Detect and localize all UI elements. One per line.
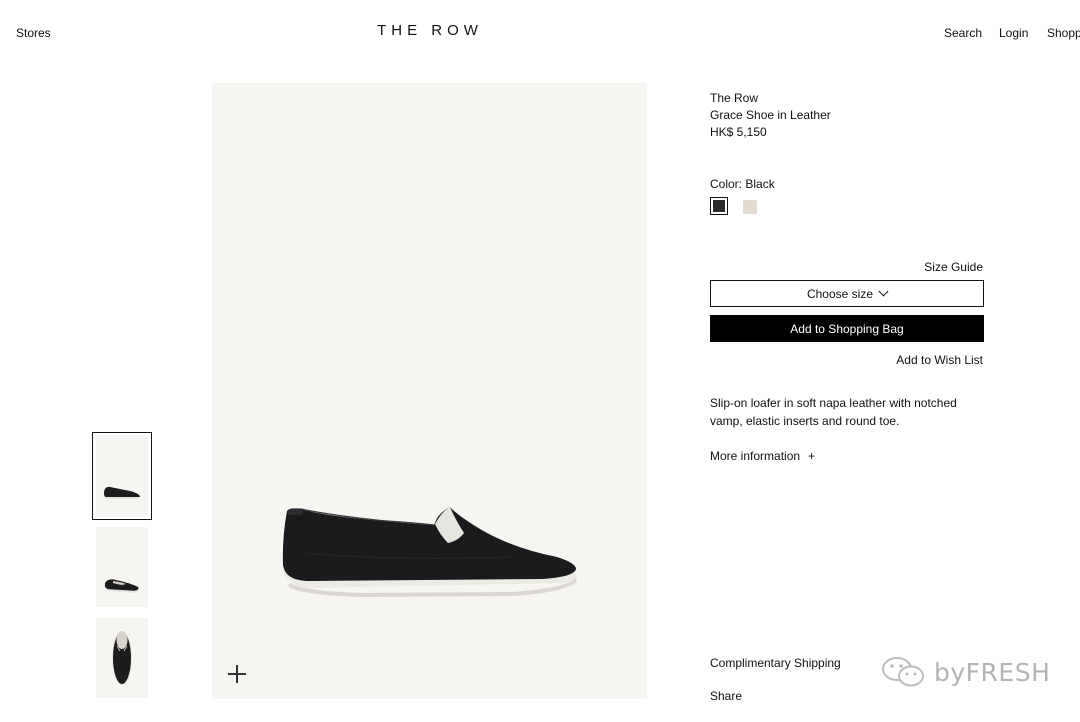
size-select[interactable]: Choose size [710,280,984,307]
watermark: byFRESH [880,654,1050,690]
search-link[interactable]: Search [944,26,982,40]
share-link[interactable]: Share [710,689,742,703]
thumbnail-side-view[interactable] [92,432,152,520]
shopping-bag-link[interactable]: Shopp [1047,26,1080,40]
more-information-toggle[interactable]: More information + [710,449,815,463]
plus-icon: + [808,449,816,463]
swatch-black[interactable] [710,197,728,215]
product-description: Slip-on loafer in soft napa leather with… [710,396,957,428]
product-brand: The Row [710,91,759,105]
add-to-wish-list-link[interactable]: Add to Wish List [896,353,983,367]
swatch-sand[interactable] [743,200,757,214]
zoom-plus-icon[interactable] [226,663,248,685]
swatch-black-fill [713,200,725,212]
complimentary-shipping-link[interactable]: Complimentary Shipping [710,656,841,670]
chevron-down-icon [878,286,889,297]
wechat-icon [882,657,924,687]
size-guide-link[interactable]: Size Guide [924,260,983,274]
watermark-text: byFRESH [934,657,1051,687]
add-to-bag-button[interactable]: Add to Shopping Bag [710,315,984,342]
thumbnail-angle-view[interactable] [96,527,148,607]
product-name: Grace Shoe in Leather [710,108,831,122]
shoe-thumbnail-image [104,486,140,499]
shoe-image [282,507,577,597]
shoe-thumbnail-image [104,579,139,593]
more-information-label: More information [710,449,801,463]
size-select-label: Choose size [806,286,874,301]
thumbnail-top-view[interactable] [96,618,148,698]
brand-logo[interactable]: THE ROW [0,22,860,39]
shoe-thumbnail-image [112,631,132,685]
login-link[interactable]: Login [999,26,1028,40]
product-price: HK$ 5,150 [710,125,767,139]
product-page: Stores THE ROW Search Login Shopp The Ro… [0,0,1080,722]
color-label: Color: Black [710,177,775,191]
main-product-image[interactable] [212,83,647,699]
